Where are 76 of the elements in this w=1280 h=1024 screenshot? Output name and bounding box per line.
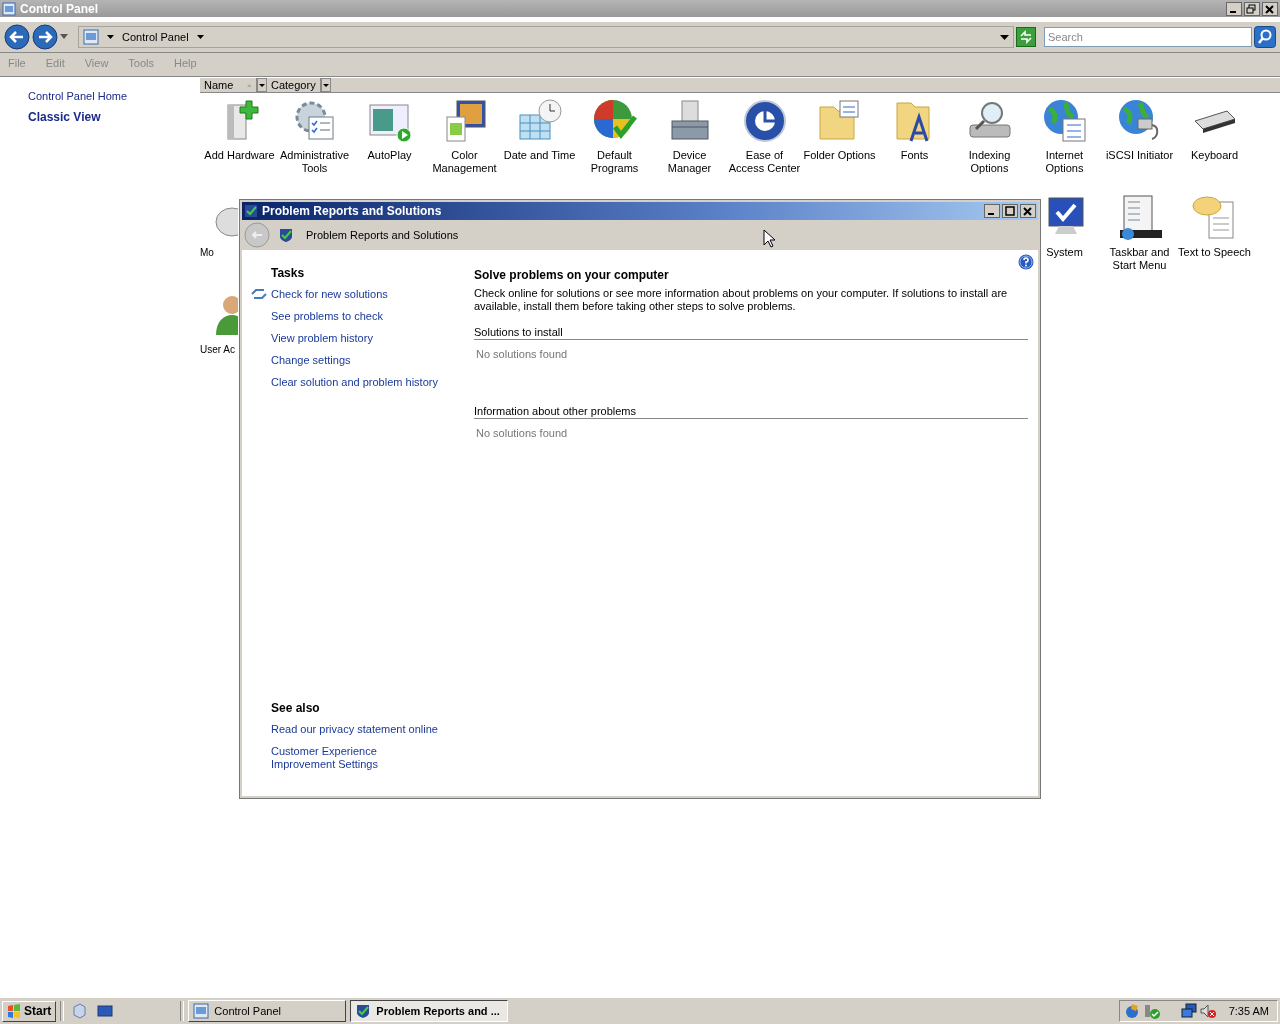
control-panel-item[interactable]: Folder Options [802, 95, 877, 192]
mouse-pointer-icon [763, 229, 775, 248]
network-icon[interactable] [1180, 1003, 1197, 1019]
shield-check-icon [244, 204, 258, 218]
control-panel-item[interactable]: Indexing Options [952, 95, 1027, 192]
refresh-button[interactable] [1016, 27, 1036, 47]
control-panel-item[interactable]: Color Management [427, 95, 502, 192]
control-panel-item[interactable]: Device Manager [652, 95, 727, 192]
see-also-link[interactable]: Read our privacy statement online [271, 723, 438, 736]
control-panel-item[interactable]: Fonts [877, 95, 952, 192]
taskbar-button[interactable]: Control Panel [188, 1000, 347, 1022]
desktop-icon[interactable] [97, 1003, 114, 1019]
sidebar-link[interactable]: Control Panel Home [28, 90, 128, 102]
section-title: Information about other problems [474, 405, 1028, 419]
shield-check-icon [278, 227, 294, 243]
dropdown-arrow-icon[interactable] [1000, 34, 1009, 40]
column-dropdown-button[interactable] [320, 78, 331, 92]
column-header[interactable]: Category [267, 78, 321, 92]
breadcrumb-text: Problem Reports and Solutions [306, 229, 459, 241]
control-panel-item[interactable]: Ease of Access Center [727, 95, 802, 192]
control-panel-item[interactable]: Internet Options [1027, 95, 1102, 192]
start-button[interactable]: Start [2, 1000, 57, 1022]
empty-message: No solutions found [475, 426, 569, 441]
control-panel-item[interactable]: Keyboard [1177, 95, 1252, 192]
control-panel-item[interactable]: Add Hardware [202, 95, 277, 192]
speaker-muted-icon[interactable] [1199, 1003, 1216, 1019]
window-title: Control Panel [20, 1, 99, 16]
clock: 7:35 AM [1228, 1005, 1269, 1017]
close-button[interactable] [1020, 204, 1036, 218]
control-panel-item[interactable]: Text to Speech [1177, 192, 1252, 289]
column-dropdown-button[interactable] [257, 78, 267, 92]
plug-check-icon[interactable] [1142, 1003, 1161, 1019]
windows-logo-icon [7, 1004, 21, 1018]
search-button[interactable] [1254, 26, 1276, 48]
control-panel-item[interactable]: AutoPlay [352, 95, 427, 192]
caret-icon [196, 35, 204, 39]
caret-icon [107, 35, 114, 39]
help-button[interactable] [1018, 254, 1034, 270]
control-panel-icon [83, 29, 99, 45]
control-panel-item[interactable]: Administrative Tools [277, 95, 352, 192]
page-heading: Solve problems on your computer [474, 268, 670, 282]
window-title: Problem Reports and Solutions [262, 204, 443, 218]
sidebar-link[interactable]: Classic View [28, 110, 101, 124]
section-title: Solutions to install [474, 326, 1028, 340]
control-panel-item[interactable]: Date and Time [502, 95, 577, 192]
address-text: Control Panel [122, 31, 189, 43]
task-link[interactable]: Check for new solutions [271, 288, 388, 300]
control-panel-item[interactable]: Default Programs [577, 95, 652, 192]
minimize-button[interactable] [1226, 1, 1242, 16]
close-button[interactable] [1262, 1, 1278, 16]
back-button[interactable] [4, 24, 30, 50]
search-field[interactable]: Search [1044, 27, 1252, 47]
task-link[interactable]: Clear solution and problem history [271, 376, 438, 388]
task-link[interactable]: View problem history [271, 332, 373, 344]
see-also-link[interactable]: Customer Experience Improvement Settings [271, 745, 391, 771]
task-link[interactable]: See problems to check [271, 310, 383, 322]
maximize-button[interactable] [1002, 204, 1018, 218]
control-panel-item[interactable]: System [1027, 192, 1102, 289]
control-panel-icon [193, 1003, 210, 1019]
description-text: Check online for solutions or see more information about problems on your computer. If solutions to install are available, install them before taking other steps to solve problems. [474, 287, 1009, 313]
history-dropdown-icon[interactable] [60, 34, 68, 40]
address-field[interactable]: Control Panel [78, 26, 1014, 48]
tasks-heading: Tasks [271, 266, 305, 280]
taskbar-button[interactable]: Problem Reports and ... [350, 1000, 509, 1022]
empty-message: No solutions found [475, 347, 569, 362]
task-link[interactable]: Change settings [271, 354, 351, 366]
forward-button[interactable] [32, 24, 58, 50]
minimize-button[interactable] [984, 204, 1000, 218]
shield-check-icon [355, 1003, 372, 1019]
arrows-icon [251, 288, 267, 300]
see-also-heading: See also [271, 701, 320, 715]
restore-button[interactable] [1244, 1, 1260, 16]
control-panel-item[interactable]: iSCSI Initiator [1102, 95, 1177, 192]
control-panel-item[interactable]: Taskbar and Start Menu [1102, 192, 1177, 289]
globe-flag-icon[interactable] [1123, 1003, 1140, 1019]
control-panel-icon [2, 1, 16, 16]
